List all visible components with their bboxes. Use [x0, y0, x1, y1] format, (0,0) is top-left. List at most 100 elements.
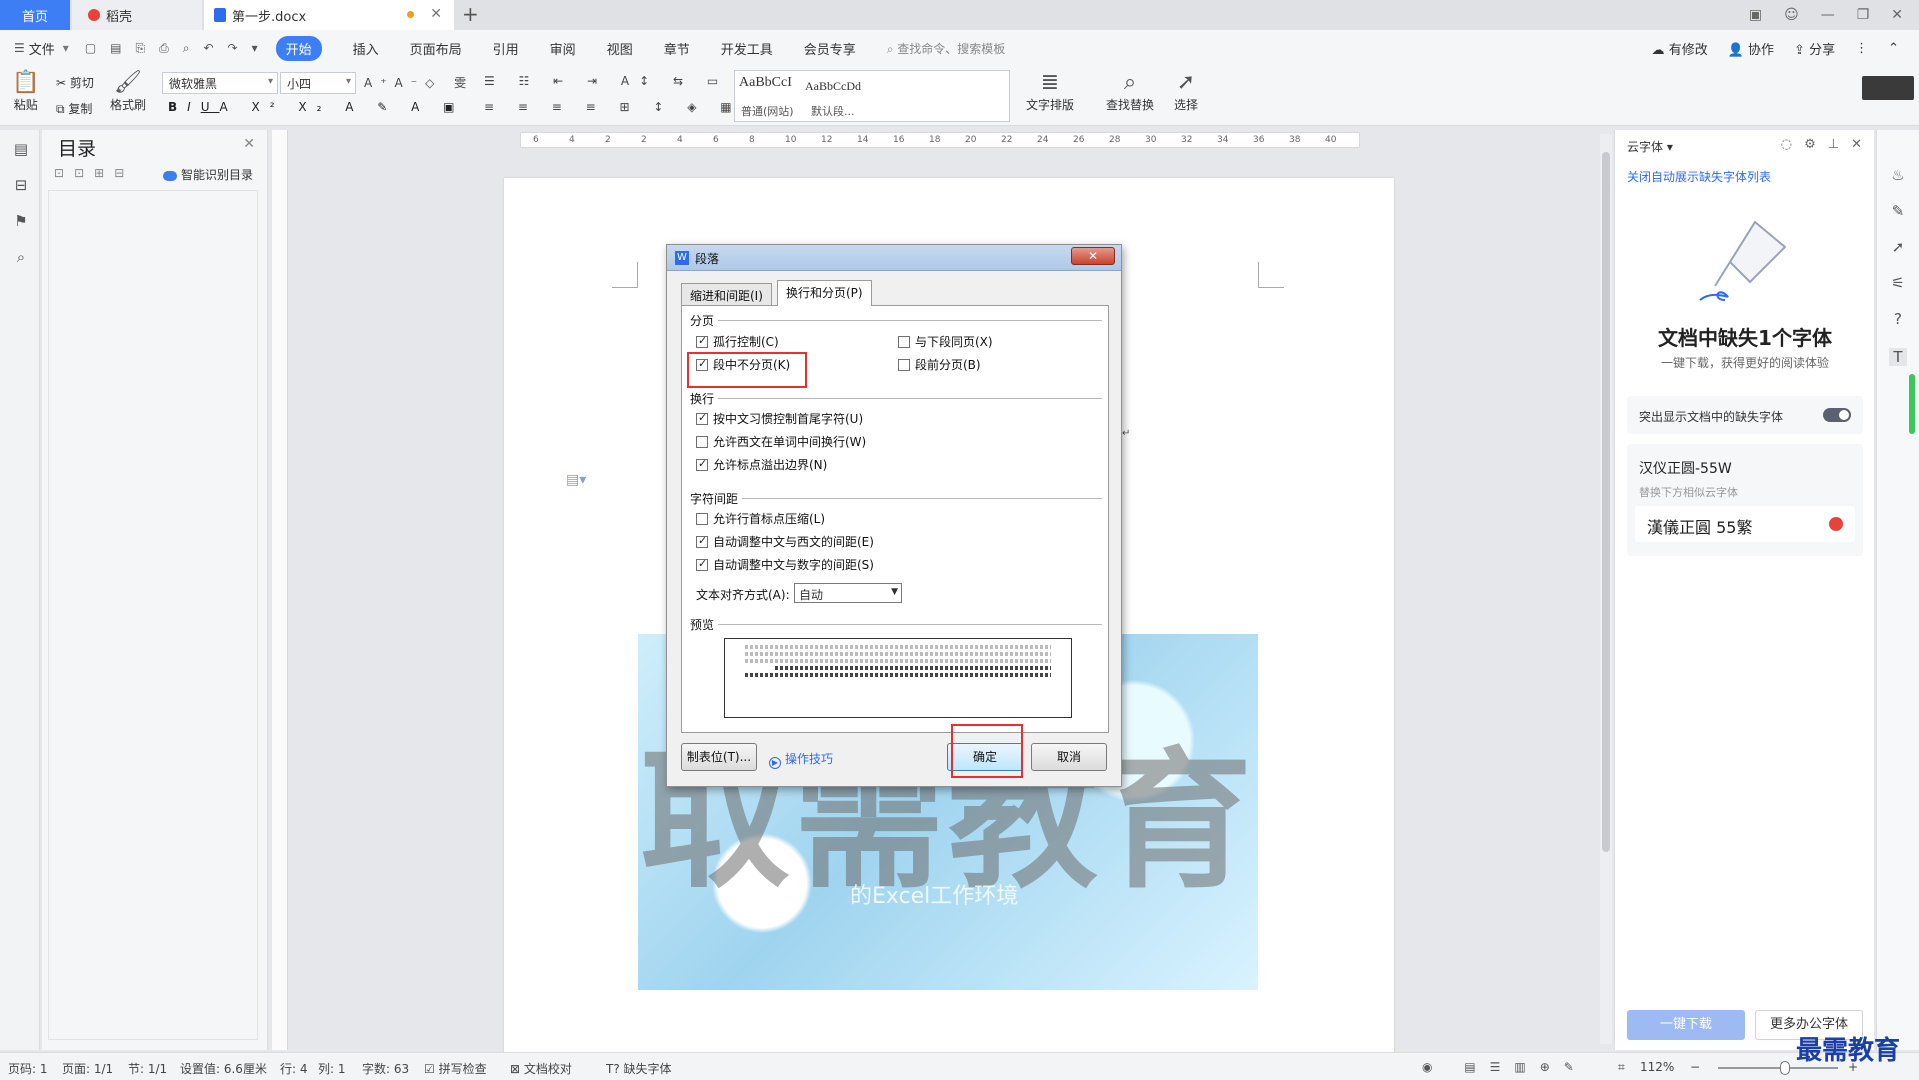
- tab-daoke[interactable]: 稻壳: [72, 0, 202, 30]
- checkbox-checked[interactable]: [696, 411, 708, 425]
- hamburger-icon[interactable]: ☰: [14, 41, 25, 55]
- page-break-before-checkbox[interactable]: 段前分页(B): [898, 356, 981, 373]
- tab-line-page-breaks[interactable]: 换行和分页(P): [777, 280, 872, 306]
- cloud-font-header[interactable]: 云字体 ▾: [1627, 138, 1673, 155]
- checkbox-checked[interactable]: [696, 334, 708, 348]
- menu-file[interactable]: 文件: [29, 39, 55, 58]
- command-search[interactable]: ⌕ 查找命令、搜索模板: [887, 40, 1006, 57]
- status-section[interactable]: 节: 1/1: [128, 1060, 167, 1077]
- print-preview-icon[interactable]: ⌕: [183, 41, 190, 56]
- copy-button[interactable]: ⧉ 复制: [56, 100, 92, 117]
- remove-icon[interactable]: ⊟: [114, 166, 124, 180]
- alt-font-option[interactable]: 漢儀正圓 55繁: [1635, 506, 1855, 542]
- chat-icon[interactable]: ◌: [1781, 137, 1792, 152]
- pin-icon[interactable]: ⊥: [1828, 137, 1839, 152]
- menu-view[interactable]: 视图: [607, 39, 633, 58]
- font-name-select[interactable]: 微软雅黑: [162, 72, 278, 94]
- expand-icon[interactable]: ⊡: [54, 166, 64, 180]
- print-icon[interactable]: ⎙: [159, 41, 169, 56]
- status-word-count[interactable]: 字数: 63: [362, 1060, 409, 1077]
- tab-indent-spacing[interactable]: 缩进和间距(I): [681, 283, 772, 305]
- font-size-select[interactable]: 小四: [280, 72, 356, 94]
- one-click-download-button[interactable]: 一键下载: [1627, 1010, 1745, 1040]
- tab-home[interactable]: 首页: [0, 0, 70, 30]
- format-painter-button[interactable]: 🖌 格式刷: [110, 70, 146, 113]
- redo-icon[interactable]: ↷: [228, 41, 238, 56]
- tab-stops-button[interactable]: 制表位(T)...: [681, 743, 757, 771]
- menu-page-layout[interactable]: 页面布局: [410, 39, 462, 58]
- help-icon[interactable]: ?: [1889, 310, 1907, 328]
- promote-icon[interactable]: ⊡: [74, 166, 84, 180]
- outline-icon[interactable]: ▤: [12, 140, 30, 158]
- status-setting[interactable]: 设置值: 6.6厘米: [180, 1060, 267, 1077]
- text-layout-button[interactable]: ≣ 文字排版: [1026, 70, 1074, 113]
- cut-button[interactable]: ✂ 剪切: [56, 74, 94, 91]
- dialog-close-button[interactable]: ✕: [1071, 247, 1115, 265]
- pen-icon[interactable]: ✎: [1889, 202, 1907, 220]
- status-col[interactable]: 列: 1: [318, 1060, 346, 1077]
- zoom-level[interactable]: 112%: [1640, 1060, 1674, 1074]
- highlight-missing-toggle[interactable]: [1823, 408, 1851, 422]
- keep-with-next-checkbox[interactable]: 与下段同页(X): [898, 333, 993, 350]
- font-size-tools[interactable]: A⁺A⁻◇ 雯: [364, 74, 474, 91]
- input-method-icon[interactable]: [1862, 76, 1914, 100]
- collab-button[interactable]: 👤 协作: [1728, 39, 1774, 58]
- paste-options-icon[interactable]: ▤▾: [566, 472, 586, 488]
- menu-developer[interactable]: 开发工具: [721, 39, 773, 58]
- vertical-scrollbar[interactable]: [1600, 134, 1612, 1044]
- gear-icon[interactable]: ⚙: [1804, 137, 1816, 152]
- hanging-punctuation-checkbox[interactable]: 允许标点溢出边界(N): [696, 456, 827, 473]
- chapters-icon[interactable]: ⊟: [12, 176, 30, 194]
- widow-control-checkbox[interactable]: 孤行控制(C): [696, 333, 779, 350]
- font-style-tools[interactable]: BIUA X² X₂ A ✎ A ▣: [168, 100, 464, 114]
- menu-references[interactable]: 引用: [493, 39, 519, 58]
- export-icon[interactable]: ⎘: [136, 41, 146, 56]
- status-pages[interactable]: 页面: 1/1: [62, 1060, 113, 1077]
- close-icon[interactable]: ✕: [1851, 137, 1862, 152]
- minimize-icon[interactable]: —: [1821, 7, 1835, 23]
- avatar[interactable]: ☺: [1784, 7, 1799, 23]
- sliders-icon[interactable]: ⚟: [1889, 274, 1907, 292]
- checkbox-unchecked[interactable]: [898, 358, 910, 371]
- compress-punctuation-checkbox[interactable]: 允许行首标点压缩(L): [696, 510, 825, 527]
- auto-space-latin-checkbox[interactable]: 自动调整中文与西文的间距(E): [696, 533, 874, 550]
- fit-page-icon[interactable]: ⌗: [1618, 1060, 1625, 1075]
- close-auto-list-link[interactable]: 关闭自动展示缺失字体列表: [1627, 168, 1771, 185]
- select-button[interactable]: ➚ 选择: [1174, 70, 1198, 113]
- save-icon[interactable]: ▤: [110, 41, 121, 56]
- menu-insert[interactable]: 插入: [353, 39, 379, 58]
- new-tab-button[interactable]: +: [462, 2, 479, 26]
- font-tool-icon[interactable]: T: [1889, 348, 1907, 366]
- share-button[interactable]: ⇪ 分享: [1794, 39, 1835, 58]
- missing-font-status[interactable]: T? 缺失字体: [606, 1060, 672, 1077]
- add-icon[interactable]: ⊞: [94, 166, 104, 180]
- chevron-down-icon[interactable]: ▾: [63, 41, 69, 55]
- zoom-slider-handle[interactable]: [1780, 1061, 1790, 1075]
- checkbox-checked[interactable]: [696, 534, 708, 548]
- menu-review[interactable]: 审阅: [550, 39, 576, 58]
- undo-icon[interactable]: ↶: [203, 41, 213, 56]
- cjk-rules-checkbox[interactable]: 按中文习惯控制首尾字符(U): [696, 410, 863, 427]
- close-icon[interactable]: ✕: [243, 136, 255, 152]
- word-wrap-checkbox[interactable]: 允许西文在单词中间换行(W): [696, 433, 866, 450]
- restore-icon[interactable]: ❐: [1857, 7, 1870, 23]
- has-changes-button[interactable]: ☁ 有修改: [1652, 39, 1708, 58]
- search-icon[interactable]: ⌕: [12, 248, 30, 266]
- cursor-icon[interactable]: ➚: [1889, 238, 1907, 256]
- text-alignment-select[interactable]: 自动: [794, 583, 902, 603]
- doc-proof-button[interactable]: ⊠ 文档校对: [510, 1060, 572, 1077]
- dialog-title-bar[interactable]: W 段落 ✕: [667, 245, 1121, 271]
- zoom-out-icon[interactable]: −: [1690, 1060, 1700, 1074]
- more-options-icon[interactable]: ⋮: [1855, 41, 1868, 56]
- menu-section[interactable]: 章节: [664, 39, 690, 58]
- checkbox-unchecked[interactable]: [898, 335, 910, 348]
- view-mode-icons[interactable]: ◉ ▤☰▥⊕✎: [1422, 1060, 1588, 1074]
- horizontal-ruler[interactable]: 6 4 2 2 4 6 8 10 12 14 16 18 20 22 24 26 28 30 32 34 36 38 40: [520, 132, 1360, 148]
- list-tools[interactable]: ☰ ☷ ⇤ ⇥ A↕ ⇆ ▭: [484, 74, 728, 88]
- new-doc-icon[interactable]: ▢: [85, 41, 96, 56]
- paste-button[interactable]: 📋 粘贴: [12, 70, 39, 113]
- checkbox-checked[interactable]: [696, 557, 708, 571]
- zoom-slider[interactable]: [1718, 1067, 1838, 1069]
- styles-gallery[interactable]: AaBbCcI AaBbCcDd 普通(网站) 默认段...: [734, 70, 1010, 122]
- tab-close-icon[interactable]: ✕: [430, 6, 442, 22]
